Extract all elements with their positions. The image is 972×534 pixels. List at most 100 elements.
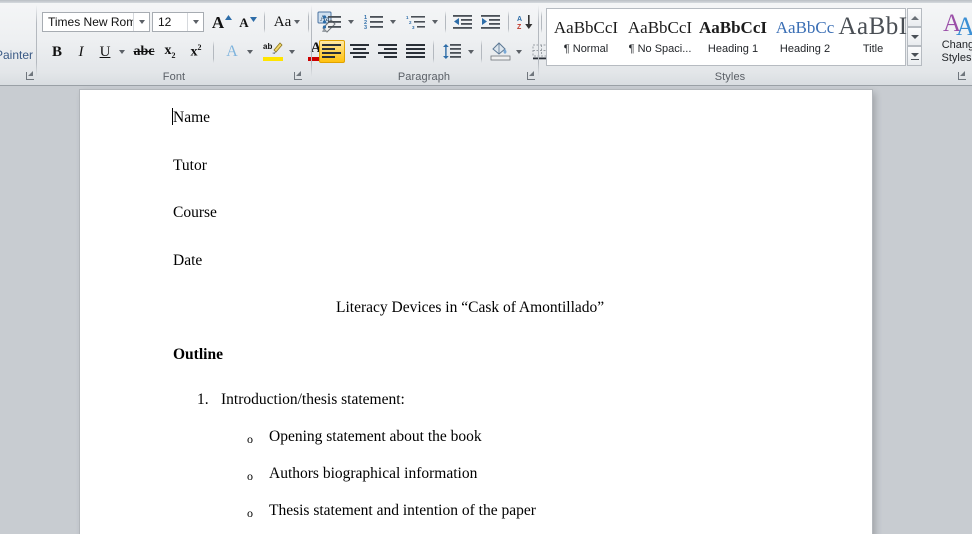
shading-button[interactable] xyxy=(487,39,513,63)
clipboard-dialog-launcher[interactable] xyxy=(24,70,36,82)
strikethrough-button[interactable]: abc xyxy=(132,41,156,63)
sub-item-marker: o xyxy=(247,506,253,520)
multilevel-list-icon: 1 2 3 xyxy=(406,15,425,30)
increase-indent-icon xyxy=(481,15,500,29)
paragraph-group: 1 2 3 1 2 3 A Z Paragraph xyxy=(313,3,564,85)
styles-scroll-down-button[interactable] xyxy=(907,27,922,46)
document-page[interactable]: Name Tutor Course Date Literacy Devices … xyxy=(80,90,872,534)
group-divider xyxy=(36,5,37,77)
font-group: Times New Rom 12 A A Aa B I U abc x2 x2 … xyxy=(38,3,337,85)
shrink-font-icon: A xyxy=(239,14,249,30)
chevron-down-icon xyxy=(348,20,354,24)
style-item-no-spacing[interactable]: AaBbCcI ¶ No Spaci... xyxy=(623,10,697,64)
style-item-normal[interactable]: AaBbCcI ¶ Normal xyxy=(549,10,623,64)
justify-button[interactable] xyxy=(403,40,429,63)
text-effects-button[interactable]: A xyxy=(220,41,244,63)
chevron-down-icon xyxy=(119,50,125,54)
divider xyxy=(481,40,482,63)
style-preview: AaBbCc xyxy=(775,18,835,37)
bullets-button[interactable] xyxy=(319,11,345,33)
change-styles-label-line2: Styles xyxy=(941,52,972,64)
document-text-body[interactable]: Name Tutor Course Date Literacy Devices … xyxy=(80,90,872,534)
chevron-down-icon xyxy=(247,50,253,54)
multilevel-list-button[interactable]: 1 2 3 xyxy=(403,11,429,33)
subscript-icon: x2 xyxy=(164,43,176,60)
font-dialog-launcher[interactable] xyxy=(292,70,304,82)
font-name-combo[interactable]: Times New Rom xyxy=(42,12,150,32)
superscript-icon: x2 xyxy=(190,43,202,60)
style-item-title[interactable]: AaBbI Title xyxy=(838,10,908,64)
document-canvas[interactable]: Name Tutor Course Date Literacy Devices … xyxy=(0,86,972,534)
font-group-label: Font xyxy=(162,71,186,83)
divider xyxy=(213,41,214,63)
sub-item-marker: o xyxy=(247,469,253,483)
sort-icon: A Z xyxy=(517,15,533,30)
increase-indent-button[interactable] xyxy=(478,11,504,33)
shrink-arrow-icon xyxy=(249,17,257,22)
subscript-button[interactable]: x2 xyxy=(158,41,182,63)
shading-paint-bucket-icon xyxy=(490,42,510,61)
style-item-heading-2[interactable]: AaBbCc Heading 2 xyxy=(769,10,841,64)
font-size-dropdown-icon[interactable] xyxy=(187,13,203,31)
underline-button[interactable]: U xyxy=(94,41,116,63)
line-spacing-dropdown-button[interactable] xyxy=(465,40,477,63)
numbering-dropdown-button[interactable] xyxy=(387,11,399,33)
numbering-button[interactable]: 1 2 3 xyxy=(361,11,387,33)
change-styles-button[interactable]: A A Change Styles xyxy=(932,9,972,65)
change-case-button[interactable]: Aa xyxy=(270,11,304,33)
shrink-font-button[interactable]: A xyxy=(236,11,260,33)
svg-text:3: 3 xyxy=(364,25,367,30)
align-center-button[interactable] xyxy=(347,40,373,63)
styles-group: AaBbCcI ¶ Normal AaBbCcI ¶ No Spaci... A… xyxy=(540,3,972,85)
grow-font-button[interactable]: A xyxy=(210,11,234,33)
style-name: ¶ No Spaci... xyxy=(628,43,692,55)
sort-button[interactable]: A Z xyxy=(513,11,539,33)
svg-text:3: 3 xyxy=(412,25,415,30)
underline-dropdown-button[interactable] xyxy=(116,41,128,63)
change-styles-icon: A A xyxy=(943,10,972,39)
sub-item-marker: o xyxy=(247,432,253,446)
line-spacing-button[interactable] xyxy=(439,40,465,63)
bullets-dropdown-button[interactable] xyxy=(345,11,357,33)
multilevel-list-dropdown-button[interactable] xyxy=(429,11,441,33)
outline-item-marker: 1. xyxy=(197,391,209,408)
doc-line-name: Name xyxy=(173,109,211,126)
align-right-button[interactable] xyxy=(375,40,401,63)
styles-more-button[interactable] xyxy=(907,46,922,66)
change-styles-label-line1: Change xyxy=(941,39,972,51)
chevron-down-icon xyxy=(516,49,522,54)
doc-section-heading: Outline xyxy=(173,346,223,363)
doc-line-tutor: Tutor xyxy=(173,157,207,174)
divider xyxy=(433,40,434,63)
superscript-button[interactable]: x2 xyxy=(184,41,208,63)
italic-icon: I xyxy=(78,43,84,60)
styles-dialog-launcher[interactable] xyxy=(956,70,968,82)
bold-button[interactable]: B xyxy=(46,41,68,63)
styles-scroll-up-button[interactable] xyxy=(907,8,922,27)
shading-dropdown-button[interactable] xyxy=(513,40,525,63)
font-size-value: 12 xyxy=(158,15,172,29)
text-effects-dropdown-button[interactable] xyxy=(244,41,256,63)
svg-text:A: A xyxy=(956,12,972,39)
align-right-icon xyxy=(378,44,397,58)
decrease-indent-icon xyxy=(453,15,472,29)
chevron-down-icon xyxy=(289,50,295,54)
style-item-heading-1[interactable]: AaBbCcI Heading 1 xyxy=(697,10,769,64)
line-spacing-icon xyxy=(443,44,461,59)
highlighter-icon: ab xyxy=(263,42,283,54)
style-preview: AaBbI xyxy=(838,13,908,40)
font-size-combo[interactable]: 12 xyxy=(152,12,204,32)
svg-text:Z: Z xyxy=(517,24,522,30)
italic-button[interactable]: I xyxy=(70,41,92,63)
doc-title: Literacy Devices in “Cask of Amontillado… xyxy=(336,299,605,316)
align-left-button[interactable] xyxy=(319,40,345,63)
style-name: Heading 1 xyxy=(707,43,759,55)
format-painter-label[interactable]: Painter xyxy=(0,48,33,62)
highlight-color-button[interactable]: ab xyxy=(260,39,286,63)
styles-gallery: AaBbCcI ¶ Normal AaBbCcI ¶ No Spaci... A… xyxy=(546,8,908,66)
paragraph-dialog-launcher[interactable] xyxy=(525,70,537,82)
decrease-indent-button[interactable] xyxy=(450,11,476,33)
align-center-icon xyxy=(350,44,369,58)
font-name-dropdown-icon[interactable] xyxy=(133,13,149,31)
highlight-dropdown-button[interactable] xyxy=(286,41,298,63)
